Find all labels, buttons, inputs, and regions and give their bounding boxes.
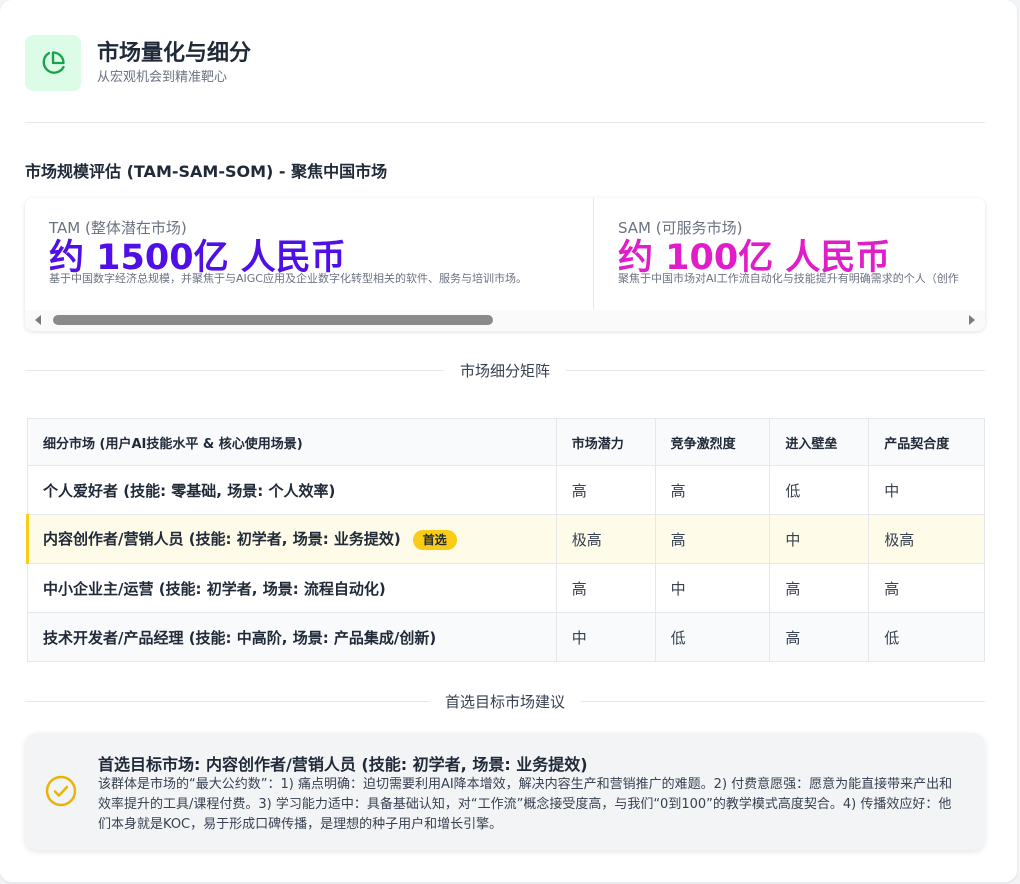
column-header: 产品契合度 (868, 418, 985, 466)
section-title-sizing: 市场规模评估 (TAM-SAM-SOM) - 聚焦中国市场 (25, 162, 388, 181)
potential-cell: 高 (555, 465, 656, 515)
metric-desc: 基于中国数字经济总规模，并聚焦于与AIGC应用及企业数字化转型相关的软件、服务与… (49, 272, 527, 285)
column-header: 市场潜力 (555, 418, 656, 466)
scroll-left-icon[interactable] (35, 315, 41, 325)
segment-label: 内容创作者/营销人员 (技能: 初学者, 场景: 业务提效) (43, 530, 401, 549)
column-header: 竞争激烈度 (654, 418, 771, 466)
segment-cell: 技术开发者/产品经理 (技能: 中高阶, 场景: 产品集成/创新) (27, 612, 557, 662)
metric-card-tam: TAM (整体潜在市场) 约 1500亿 人民币 基于中国数字经济总规模，并聚焦… (25, 198, 594, 310)
column-header: 细分市场 (用户AI技能水平 & 核心使用场景) (27, 418, 557, 466)
header-divider (25, 122, 985, 123)
page-subtitle: 从宏观机会到精准靶心 (97, 70, 228, 85)
recommendation-divider-label: 首选目标市场建议 (445, 692, 566, 711)
metric-label: TAM (整体潜在市场) (49, 219, 187, 237)
potential-cell: 高 (555, 563, 656, 613)
scroll-right-icon[interactable] (969, 315, 975, 325)
potential-cell: 中 (555, 612, 656, 662)
metric-card-sam: SAM (可服务市场) 约 100亿 人民币 聚焦于中国市场对AI工作流自动化与… (594, 198, 985, 310)
barrier-cell: 中 (769, 514, 870, 564)
check-circle-icon (45, 775, 77, 811)
column-header: 进入壁垒 (769, 418, 870, 466)
segmentation-divider: 市场细分矩阵 (25, 360, 986, 380)
competition-cell: 中 (654, 563, 771, 613)
main-card: 市场量化与细分 从宏观机会到精准靶心 市场规模评估 (TAM-SAM-SOM) … (0, 0, 1017, 882)
metrics-scroll-container[interactable]: TAM (整体潜在市场) 约 1500亿 人民币 基于中国数字经济总规模，并聚焦… (25, 198, 985, 331)
metric-desc: 聚焦于中国市场对AI工作流自动化与技能提升有明确需求的个人（创作 (618, 272, 959, 285)
competition-cell: 高 (654, 514, 771, 564)
barrier-cell: 高 (769, 612, 870, 662)
preferred-badge: 首选 (412, 529, 457, 550)
potential-cell: 极高 (555, 514, 656, 564)
pie-chart-icon (25, 35, 81, 91)
table-header-row: 细分市场 (用户AI技能水平 & 核心使用场景) 市场潜力 竞争激烈度 进入壁垒… (27, 418, 985, 466)
recommendation-body: 该群体是市场的“最大公约数”：1) 痛点明确：迫切需要利用AI降本增效，解决内容… (98, 777, 953, 832)
page-title: 市场量化与细分 (97, 41, 252, 66)
segment-cell: 内容创作者/营销人员 (技能: 初学者, 场景: 业务提效) 首选 (26, 514, 557, 564)
table-row: 个人爱好者 (技能: 零基础, 场景: 个人效率) 高 高 低 中 (27, 465, 985, 515)
recommendation-divider: 首选目标市场建议 (25, 691, 986, 711)
fit-cell: 低 (868, 612, 985, 662)
table-row-preferred: 内容创作者/营销人员 (技能: 初学者, 场景: 业务提效) 首选 极高 高 中 … (26, 514, 985, 564)
horizontal-scrollbar[interactable] (25, 310, 985, 331)
segment-cell: 个人爱好者 (技能: 零基础, 场景: 个人效率) (27, 465, 557, 515)
barrier-cell: 低 (769, 465, 870, 515)
segment-cell: 中小企业主/运营 (技能: 初学者, 场景: 流程自动化) (27, 563, 557, 613)
fit-cell: 极高 (868, 514, 985, 564)
recommendation-title: 首选目标市场: 内容创作者/营销人员 (技能: 初学者, 场景: 业务提效) (98, 755, 588, 774)
barrier-cell: 高 (769, 563, 870, 613)
page-header: 市场量化与细分 从宏观机会到精准靶心 (25, 35, 251, 91)
metric-label: SAM (可服务市场) (618, 219, 743, 237)
table-row: 中小企业主/运营 (技能: 初学者, 场景: 流程自动化) 高 中 高 高 (27, 563, 985, 613)
scrollbar-thumb[interactable] (53, 315, 493, 325)
recommendation-box: 首选目标市场: 内容创作者/营销人员 (技能: 初学者, 场景: 业务提效) 该… (25, 733, 985, 850)
competition-cell: 高 (654, 465, 771, 515)
fit-cell: 高 (868, 563, 985, 613)
segmentation-table: 细分市场 (用户AI技能水平 & 核心使用场景) 市场潜力 竞争激烈度 进入壁垒… (26, 418, 985, 662)
fit-cell: 中 (868, 465, 985, 515)
table-row: 技术开发者/产品经理 (技能: 中高阶, 场景: 产品集成/创新) 中 低 高 … (27, 612, 985, 662)
segmentation-divider-label: 市场细分矩阵 (460, 361, 551, 380)
competition-cell: 低 (654, 612, 771, 662)
